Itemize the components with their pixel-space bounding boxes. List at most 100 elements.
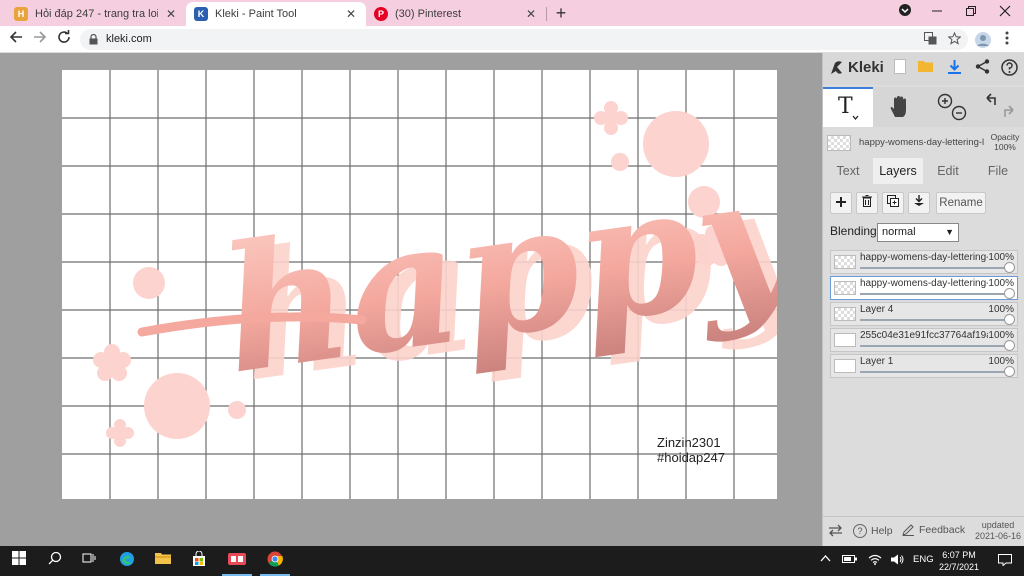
tool-selector: T [823, 87, 1024, 127]
text-tool-button[interactable]: T [823, 87, 873, 127]
share-icon [975, 59, 989, 74]
feedback-label: Feedback [919, 524, 966, 536]
new-tab-button[interactable]: + [551, 3, 571, 23]
merge-layer-button[interactable] [908, 192, 930, 214]
close-tab-icon[interactable]: ✕ [524, 7, 538, 21]
task-view-icon [82, 553, 96, 563]
drawing-canvas[interactable]: happy happy Zinzin2301 #hoidap247 [62, 70, 777, 499]
notifications-button[interactable] [998, 554, 1012, 569]
tab-kleki[interactable]: K Kleki - Paint Tool ✕ [186, 2, 366, 26]
undo-redo-buttons[interactable] [975, 87, 1024, 127]
taskbar-app[interactable] [222, 551, 252, 576]
clock-date: 22/7/2021 [938, 562, 980, 572]
tab-hoidap[interactable]: H Hỏi đáp 247 - trang tra loi ✕ [6, 2, 186, 26]
tab-layers[interactable]: Layers [873, 158, 923, 184]
layer-opacity-slider[interactable] [1004, 340, 1015, 351]
app-icon [228, 553, 246, 565]
tab-pinterest[interactable]: P (30) Pinterest ✕ [366, 2, 546, 26]
duplicate-layer-button[interactable] [882, 192, 904, 214]
reload-button[interactable] [54, 30, 74, 50]
forward-button[interactable] [30, 30, 50, 50]
tray-overflow-icon[interactable] [820, 554, 831, 565]
address-bar[interactable]: kleki.com [80, 29, 968, 50]
feedback-link[interactable]: Feedback [902, 524, 965, 536]
blending-select[interactable]: normal ▼ [877, 223, 959, 242]
help-link[interactable]: ? Help [853, 524, 893, 538]
wifi-icon[interactable] [868, 554, 882, 568]
browser-menu-button[interactable] [998, 31, 1016, 49]
tab-separator [546, 7, 547, 21]
battery-icon[interactable] [842, 554, 858, 567]
blending-value: normal [882, 226, 916, 238]
tab-label: Kleki - Paint Tool [215, 8, 297, 20]
save-image-button[interactable] [945, 59, 963, 77]
system-clock[interactable]: 6:07 PM 22/7/2021 [936, 549, 982, 573]
tab-search-icon [899, 4, 911, 16]
taskbar-store[interactable] [188, 550, 210, 571]
new-image-button[interactable] [891, 59, 909, 77]
layer-row[interactable]: happy-womens-day-lettering-l 100% [830, 250, 1018, 274]
layer-row[interactable]: Layer 1 100% [830, 354, 1018, 378]
layer-row[interactable]: Layer 4 100% [830, 302, 1018, 326]
layer-row[interactable]: happy-womens-day-lettering-l 100% [830, 276, 1018, 300]
bookmark-star-icon[interactable] [946, 31, 962, 48]
translate-icon[interactable] [922, 32, 938, 48]
kebab-menu-icon [1005, 31, 1009, 45]
minimize-button[interactable] [922, 3, 952, 23]
zoom-in-out-icon [937, 93, 967, 121]
tab-search-button[interactable] [890, 3, 920, 23]
layer-opacity-slider[interactable] [1004, 314, 1015, 325]
open-image-button[interactable] [917, 59, 935, 77]
rename-layer-button[interactable]: Rename [936, 192, 986, 214]
kleki-side-panel: Kleki T happy-womens-day-lettering-l Opa… [822, 53, 1024, 546]
add-layer-button[interactable] [830, 192, 852, 214]
swap-panel-button[interactable] [828, 524, 843, 537]
task-view-button[interactable] [78, 551, 100, 571]
layer-opacity-slider[interactable] [1004, 262, 1015, 273]
delete-layer-button[interactable] [856, 192, 878, 214]
search-button[interactable] [44, 551, 66, 571]
tab-edit[interactable]: Edit [923, 158, 973, 184]
store-icon [193, 550, 205, 566]
start-button[interactable] [8, 551, 30, 571]
taskbar-edge[interactable] [116, 551, 138, 571]
back-button[interactable] [6, 30, 26, 50]
signature-tag: #hoidap247 [657, 450, 725, 465]
help-button[interactable] [1000, 59, 1018, 77]
layer-name: Layer 1 [860, 356, 894, 367]
reload-icon [58, 30, 70, 43]
tab-file[interactable]: File [973, 158, 1023, 184]
share-button[interactable] [973, 59, 991, 77]
layer-opacity-slider[interactable] [1004, 288, 1015, 299]
close-tab-icon[interactable]: ✕ [344, 7, 358, 21]
undo-redo-icon [986, 93, 1014, 117]
restore-button[interactable] [956, 3, 986, 23]
layer-name: happy-womens-day-lettering-l [860, 278, 988, 289]
hand-tool-button[interactable] [875, 87, 925, 127]
chrome-icon [267, 551, 283, 567]
lock-icon [89, 34, 98, 45]
opacity-value: 100% [994, 142, 1016, 152]
current-layer-strip[interactable]: happy-womens-day-lettering-l Opacity 100… [823, 129, 1024, 155]
avatar-icon [975, 32, 991, 48]
chevron-down-icon: ▼ [945, 227, 954, 237]
tab-label: (30) Pinterest [395, 8, 462, 20]
volume-icon[interactable] [890, 554, 904, 568]
taskbar-file-explorer[interactable] [152, 551, 174, 571]
panel-header: Kleki [823, 53, 1024, 85]
close-tab-icon[interactable]: ✕ [164, 7, 178, 21]
layer-opacity-slider[interactable] [1004, 366, 1015, 377]
minimize-icon [932, 10, 942, 12]
close-window-button[interactable] [990, 3, 1020, 23]
profile-avatar[interactable] [974, 31, 992, 49]
zoom-buttons[interactable] [927, 87, 977, 127]
updated-date: 2021-06-16 [974, 531, 1022, 541]
layer-thumbnail [834, 281, 856, 295]
canvas-workspace[interactable]: happy happy Zinzin2301 #hoidap247 [0, 53, 822, 546]
kleki-logo[interactable]: Kleki [829, 59, 884, 76]
layer-row[interactable]: 255c04e31e91fcc37764af19a 100% [830, 328, 1018, 352]
taskbar-chrome[interactable] [260, 551, 290, 576]
language-indicator[interactable]: ENG [913, 554, 934, 565]
tab-text[interactable]: Text [823, 158, 873, 184]
layer-thumbnail [834, 359, 856, 373]
